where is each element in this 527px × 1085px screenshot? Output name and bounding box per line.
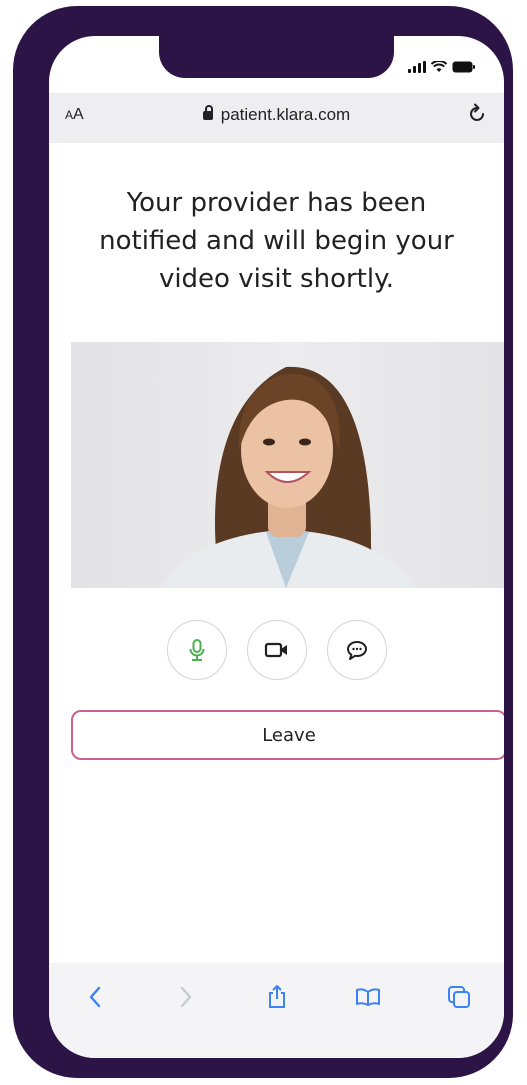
lock-icon (202, 105, 213, 120)
tabs-button[interactable] (439, 977, 479, 1017)
provider-video-feed (71, 342, 504, 588)
share-button[interactable] (257, 977, 297, 1017)
wifi-icon (431, 61, 447, 72)
browser-toolbar (49, 963, 504, 1058)
camera-button[interactable] (246, 620, 307, 680)
back-icon (89, 986, 100, 1008)
notch (159, 36, 394, 78)
address-bar[interactable]: AA patient.klara.com (49, 93, 504, 143)
chat-button[interactable] (326, 620, 387, 680)
phone-screen: AA patient.klara.com Your provider has b… (49, 36, 504, 1058)
battery-icon (452, 61, 475, 73)
video-camera-icon (264, 642, 287, 658)
reload-icon[interactable] (466, 103, 488, 125)
chat-bubble-icon (346, 641, 367, 660)
share-icon (268, 985, 285, 1008)
back-button[interactable] (75, 977, 115, 1017)
phone-frame: AA patient.klara.com Your provider has b… (13, 6, 513, 1078)
bookmarks-icon (355, 988, 380, 1006)
call-controls (49, 620, 504, 680)
forward-icon (180, 986, 191, 1008)
signal-icon (408, 61, 426, 73)
bookmarks-button[interactable] (348, 977, 388, 1017)
url-field[interactable]: patient.klara.com (49, 105, 504, 125)
provider-photo (161, 366, 416, 588)
mute-button[interactable] (166, 620, 227, 680)
forward-button[interactable] (166, 977, 206, 1017)
page-title: Your provider has been notified and will… (99, 188, 454, 294)
microphone-icon (189, 639, 204, 661)
url-text: patient.klara.com (220, 105, 351, 124)
tabs-icon (447, 986, 470, 1008)
status-bar (408, 61, 476, 73)
leave-button-label: Leave (262, 724, 316, 746)
leave-button[interactable]: Leave (71, 710, 504, 760)
